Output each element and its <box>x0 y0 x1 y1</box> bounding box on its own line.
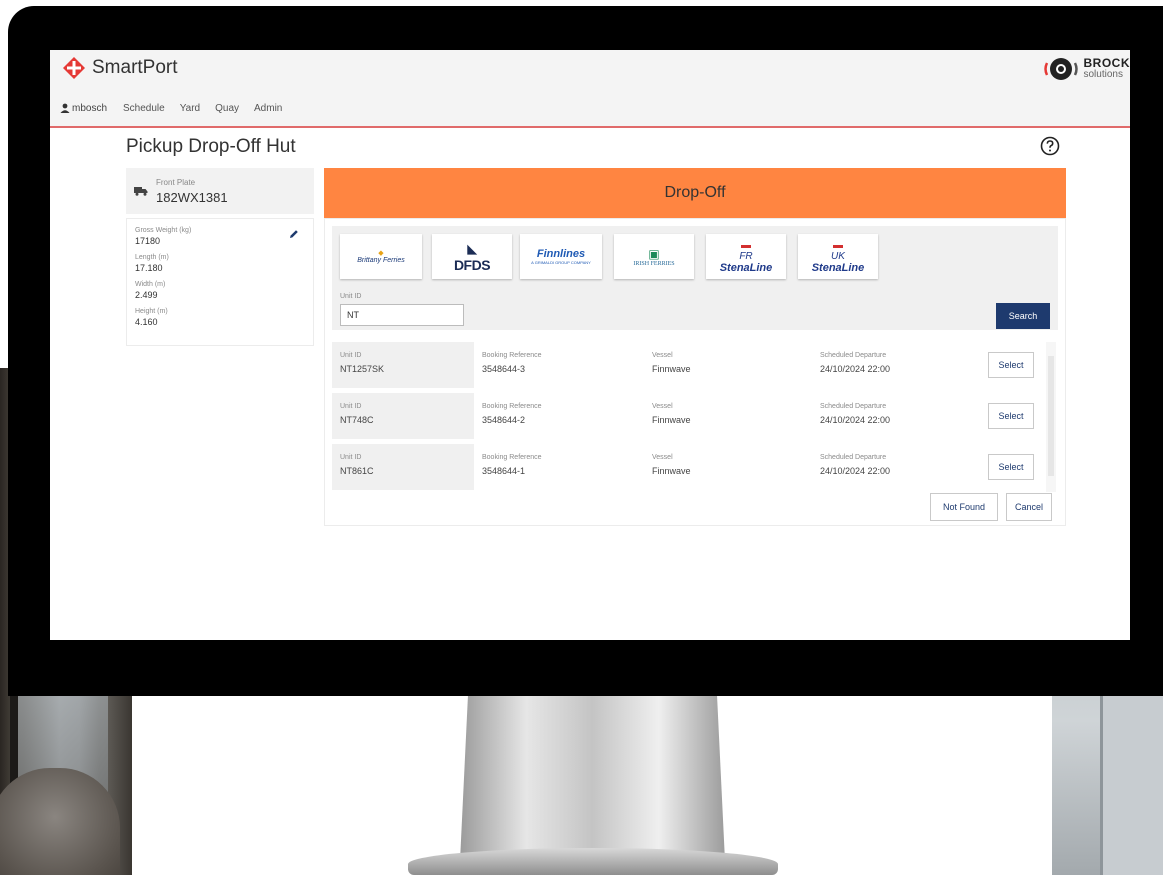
result-unit-id: NT1257SK <box>340 364 385 374</box>
width-label: Width (m) <box>135 281 166 288</box>
ferry-logo-irish[interactable]: ▣ IRISH FERRIES <box>614 234 694 279</box>
truck-icon <box>134 187 148 196</box>
monitor-screen: SmartPort BROCK solutions mbosch Schedul… <box>50 50 1130 640</box>
nav-item-yard[interactable]: Yard <box>180 103 200 114</box>
cancel-button[interactable]: Cancel <box>1006 493 1052 521</box>
length-value: 17.180 <box>135 263 163 273</box>
brittany-mark-icon: ◆ <box>378 250 384 257</box>
search-button[interactable]: Search <box>996 303 1050 329</box>
result-booking-ref: 3548644-2 <box>482 415 526 425</box>
monitor-stand <box>460 696 725 861</box>
nav-item-schedule[interactable]: Schedule <box>123 103 165 114</box>
help-icon[interactable] <box>1040 136 1060 156</box>
result-vessel: Finnwave <box>652 466 691 476</box>
result-booking-ref: 3548644-3 <box>482 364 526 374</box>
results-scrollbar[interactable] <box>1046 342 1056 492</box>
result-row: Unit ID NT748C Booking Reference 3548644… <box>332 393 1046 439</box>
not-found-button[interactable]: Not Found <box>930 493 998 521</box>
nav-item-admin[interactable]: Admin <box>254 103 282 114</box>
mode-banner: Drop-Off <box>324 168 1066 218</box>
ferry-logo-brittany[interactable]: ◆ Brittany Ferries <box>340 234 422 279</box>
ferry-logo-dfds[interactable]: ◣ DFDS <box>432 234 512 279</box>
nav-user[interactable]: mbosch <box>60 103 107 114</box>
mode-title: Drop-Off <box>664 184 726 201</box>
unit-id-input[interactable] <box>340 304 464 326</box>
width-value: 2.499 <box>135 290 158 300</box>
select-button-row-1[interactable]: Select <box>988 352 1034 378</box>
select-button-row-2[interactable]: Select <box>988 403 1034 429</box>
brock-logo-icon <box>1043 58 1078 80</box>
vehicle-dimensions-card: Gross Weight (kg) 17180 Length (m) 17.18… <box>126 218 314 346</box>
ferry-logo-finnlines[interactable]: Finnlines A GRIMALDI GROUP COMPANY <box>520 234 602 279</box>
ferry-logo-stena-uk[interactable]: ▬ UK StenaLine <box>798 234 878 279</box>
length-label: Length (m) <box>135 254 169 261</box>
results-scroll-thumb[interactable] <box>1048 356 1054 476</box>
irish-mark-icon: ▣ <box>648 246 660 261</box>
result-departure: 24/10/2024 22:00 <box>820 466 891 476</box>
partner-name: BROCK <box>1083 56 1130 70</box>
front-plate-label: Front Plate <box>156 178 196 187</box>
height-label: Height (m) <box>135 308 168 315</box>
pencil-icon[interactable] <box>289 229 299 239</box>
front-plate-value: 182WX1381 <box>156 190 228 205</box>
nav-item-quay[interactable]: Quay <box>215 103 239 114</box>
result-departure: 24/10/2024 22:00 <box>820 415 891 425</box>
result-booking-ref: 3548644-1 <box>482 466 526 476</box>
user-icon <box>60 103 70 113</box>
smartport-logo-icon <box>63 57 85 79</box>
ferry-operator-panel: ◆ Brittany Ferries ◣ DFDS Finnlines A GRI… <box>332 226 1058 330</box>
monitor-foot <box>408 848 778 875</box>
app-brand[interactable]: SmartPort <box>62 56 178 80</box>
result-vessel: Finnwave <box>652 364 691 374</box>
height-value: 4.160 <box>135 317 158 327</box>
partner-sub: solutions <box>1083 69 1123 80</box>
result-unit-id: NT861C <box>340 466 374 476</box>
app-name: SmartPort <box>92 57 178 78</box>
result-departure: 24/10/2024 22:00 <box>820 364 891 374</box>
unit-id-label: Unit ID <box>340 293 362 300</box>
result-row: Unit ID NT1257SK Booking Reference 35486… <box>332 342 1046 388</box>
gross-weight-label: Gross Weight (kg) <box>135 227 192 234</box>
front-plate-card: Front Plate 182WX1381 <box>126 168 314 214</box>
stena-fr-flag-icon: ▬ <box>740 239 751 251</box>
gross-weight-value: 17180 <box>135 236 161 246</box>
page-title: Pickup Drop-Off Hut <box>126 136 296 157</box>
app-header: SmartPort BROCK solutions <box>50 50 1130 90</box>
result-vessel: Finnwave <box>652 415 691 425</box>
results-list: Unit ID NT1257SK Booking Reference 35486… <box>332 342 1046 492</box>
dfds-mark-icon: ◣ <box>467 240 477 256</box>
partner-logo: BROCK solutions <box>1043 54 1131 84</box>
result-row: Unit ID NT861C Booking Reference 3548644… <box>332 444 1046 490</box>
stena-uk-flag-icon: ▬ <box>832 239 843 251</box>
nav-user-name: mbosch <box>72 102 108 114</box>
ferry-logo-stena-fr[interactable]: ▬ FR StenaLine <box>706 234 786 279</box>
main-nav: mbosch Schedule Yard Quay Admin <box>50 90 1130 128</box>
select-button-row-3[interactable]: Select <box>988 454 1034 480</box>
result-unit-id: NT748C <box>340 415 374 425</box>
